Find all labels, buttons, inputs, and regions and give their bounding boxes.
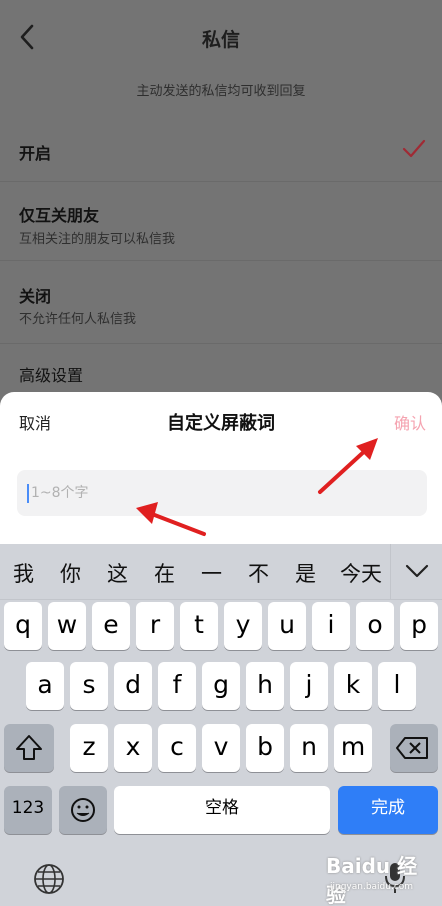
custom-block-word-sheet: 取消 自定义屏蔽词 确认	[0, 392, 442, 544]
key-p[interactable]: p	[400, 602, 438, 650]
key-x[interactable]: x	[114, 724, 152, 772]
candidate-word[interactable]: 我	[13, 558, 34, 588]
emoji-icon	[71, 798, 95, 822]
option-title: 高级设置	[19, 366, 84, 385]
key-f[interactable]: f	[158, 662, 196, 710]
block-word-input[interactable]	[31, 470, 411, 516]
key-g[interactable]: g	[202, 662, 240, 710]
cancel-button[interactable]: 取消	[19, 410, 51, 434]
candidate-word[interactable]: 今天	[340, 558, 382, 588]
backspace-icon	[396, 737, 428, 759]
space-key[interactable]: 空格	[114, 786, 330, 834]
chevron-down-icon	[405, 564, 429, 578]
option-off[interactable]: 关闭 不允许任何人私信我	[0, 262, 442, 344]
candidate-word[interactable]: 你	[60, 558, 81, 588]
key-y[interactable]: y	[224, 602, 262, 650]
key-a[interactable]: a	[26, 662, 64, 710]
candidate-word[interactable]: 一	[201, 558, 222, 588]
option-subtitle: 不允许任何人私信我	[19, 312, 137, 327]
key-k[interactable]: k	[334, 662, 372, 710]
candidate-word[interactable]: 不	[248, 558, 269, 588]
key-h[interactable]: h	[246, 662, 284, 710]
language-switch-button[interactable]	[32, 862, 66, 896]
key-v[interactable]: v	[202, 724, 240, 772]
key-j[interactable]: j	[290, 662, 328, 710]
page-title: 私信	[201, 29, 240, 51]
key-c[interactable]: c	[158, 724, 196, 772]
sheet-title: 自定义屏蔽词	[167, 413, 275, 434]
baidu-watermark: Baidu 经验 jingyan.baidu.com	[326, 850, 436, 906]
option-title: 仅互关朋友	[19, 206, 100, 225]
chevron-left-icon	[20, 24, 34, 50]
numbers-key[interactable]: 123	[4, 786, 52, 834]
text-caret	[27, 484, 29, 503]
candidate-expand-button[interactable]	[390, 544, 442, 600]
privacy-hint: 主动发送的私信均可收到回复	[136, 84, 306, 99]
key-o[interactable]: o	[356, 602, 394, 650]
option-mutual-friends[interactable]: 仅互关朋友 互相关注的朋友可以私信我	[0, 183, 442, 261]
globe-icon	[34, 864, 64, 894]
option-title: 关闭	[19, 287, 52, 306]
key-i[interactable]: i	[312, 602, 350, 650]
option-subtitle: 互相关注的朋友可以私信我	[19, 232, 176, 247]
confirm-button[interactable]: 确认	[394, 410, 426, 434]
key-l[interactable]: l	[378, 662, 416, 710]
key-q[interactable]: q	[4, 602, 42, 650]
candidate-word[interactable]: 在	[154, 558, 175, 588]
candidate-bar: 我 你 这 在 一 不 是 今天	[0, 544, 442, 600]
block-word-input-box[interactable]	[17, 470, 427, 516]
option-enable[interactable]: 开启	[0, 120, 442, 182]
key-w[interactable]: w	[48, 602, 86, 650]
key-z[interactable]: z	[70, 724, 108, 772]
done-key[interactable]: 完成	[338, 786, 438, 834]
key-r[interactable]: r	[136, 602, 174, 650]
candidate-word[interactable]: 这	[107, 558, 128, 588]
back-button[interactable]	[14, 22, 42, 52]
candidate-word[interactable]: 是	[295, 558, 316, 588]
backspace-key[interactable]	[390, 724, 438, 772]
watermark-url: jingyan.baidu.com	[330, 882, 414, 892]
key-m[interactable]: m	[334, 724, 372, 772]
option-advanced[interactable]: 高级设置	[0, 345, 442, 395]
nav-bar: 私信	[0, 0, 442, 72]
emoji-key[interactable]	[59, 786, 107, 834]
key-t[interactable]: t	[180, 602, 218, 650]
key-s[interactable]: s	[70, 662, 108, 710]
shift-arrow-icon	[16, 735, 42, 760]
watermark-brand: Baidu 经验	[326, 854, 418, 906]
key-n[interactable]: n	[290, 724, 328, 772]
key-e[interactable]: e	[92, 602, 130, 650]
shift-key[interactable]	[4, 724, 54, 772]
option-title: 开启	[19, 144, 52, 163]
checkmark-icon	[402, 139, 426, 158]
key-b[interactable]: b	[246, 724, 284, 772]
key-d[interactable]: d	[114, 662, 152, 710]
key-u[interactable]: u	[268, 602, 306, 650]
